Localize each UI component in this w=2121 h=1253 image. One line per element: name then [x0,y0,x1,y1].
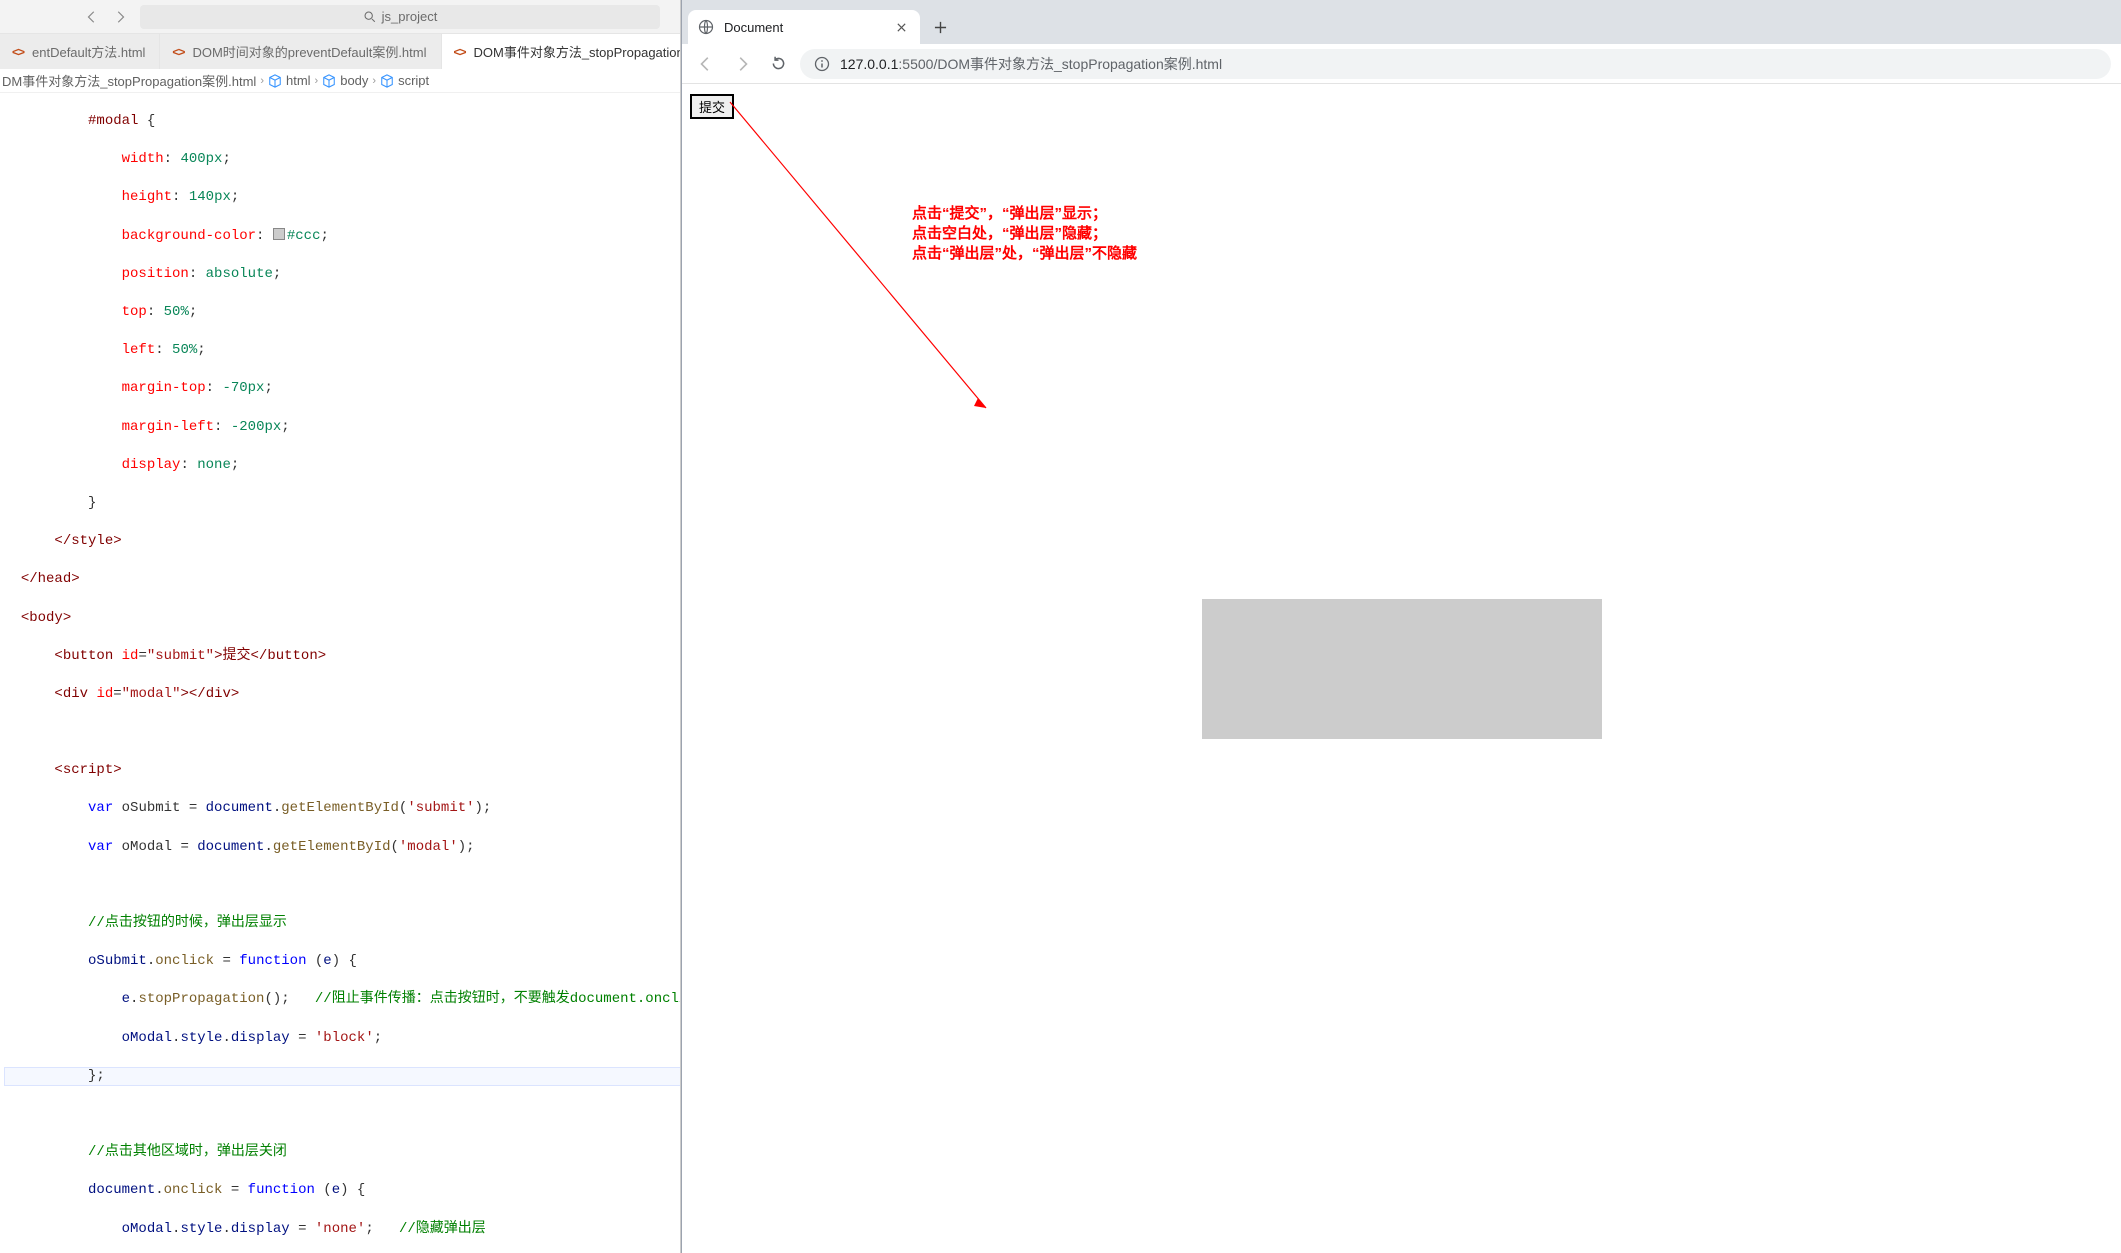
info-icon[interactable] [814,56,830,72]
chevron-right-icon: › [315,75,319,87]
editor-search-text: js_project [382,9,438,24]
browser-tab-title: Document [724,20,882,35]
breadcrumb-file[interactable]: DM事件对象方法_stopPropagation案例.html [2,71,256,90]
symbol-icon [268,74,282,88]
editor-tab-label: entDefault方法.html [32,42,145,61]
editor-top-bar: js_project [0,0,680,34]
browser-url-field[interactable]: 127.0.0.1:5500/DOM事件对象方法_stopPropagation… [800,49,2111,79]
breadcrumb: DM事件对象方法_stopPropagation案例.html › html ›… [0,69,680,93]
editor-nav [0,5,132,29]
chevron-right-icon: › [260,75,264,87]
html-file-icon [10,44,26,60]
submit-button[interactable]: 提交 [690,94,734,119]
globe-icon [698,19,714,35]
browser-tab-0[interactable]: Document [688,10,920,44]
symbol-icon [322,74,336,88]
browser-url-text: 127.0.0.1:5500/DOM事件对象方法_stopPropagation… [840,54,1222,74]
search-icon [363,10,376,23]
nav-back-icon[interactable] [80,5,104,29]
breadcrumb-script[interactable]: script [380,73,429,88]
breadcrumb-html[interactable]: html [268,73,311,88]
modal-popup[interactable] [1202,599,1602,739]
editor-tab-0[interactable]: entDefault方法.html [0,34,160,69]
breadcrumb-body[interactable]: body [322,73,368,88]
annotation-text: 点击“提交”，“弹出层”显示； 点击空白处，“弹出层”隐藏； 点击“弹出层”处，… [912,204,1137,264]
chevron-right-icon: › [372,75,376,87]
browser-reload-button[interactable] [764,50,792,78]
browser-viewport[interactable]: 提交 点击“提交”，“弹出层”显示； 点击空白处，“弹出层”隐藏； 点击“弹出层… [682,84,2121,1253]
html-file-icon [170,44,186,60]
editor-tab-label: DOM时间对象的preventDefault案例.html [192,42,426,61]
editor-tab-1[interactable]: DOM时间对象的preventDefault案例.html [160,34,441,69]
editor-tabs: entDefault方法.html DOM时间对象的preventDefault… [0,34,680,69]
editor-tab-2[interactable]: DOM事件对象方法_stopPropagation [442,34,681,69]
browser-tabs: Document [682,0,2121,44]
browser-pane: Document 127.0.0.1:5500/DOM事件对象方法_stopPr… [681,0,2121,1253]
symbol-icon [380,74,394,88]
html-file-icon [452,44,468,60]
close-icon[interactable] [892,18,910,36]
new-tab-button[interactable] [926,13,954,41]
browser-forward-button[interactable] [728,50,756,78]
color-swatch-icon [273,228,285,240]
browser-back-button[interactable] [692,50,720,78]
code-content: #modal { width: 400px; height: 140px; ba… [4,93,680,1253]
editor-pane: js_project entDefault方法.html DOM时间对象的pre… [0,0,681,1253]
editor-search-box[interactable]: js_project [140,5,660,29]
browser-address-bar: 127.0.0.1:5500/DOM事件对象方法_stopPropagation… [682,44,2121,84]
nav-forward-icon[interactable] [108,5,132,29]
code-editor[interactable]: #modal { width: 400px; height: 140px; ba… [0,93,680,1253]
editor-tab-label: DOM事件对象方法_stopPropagation [474,42,681,61]
